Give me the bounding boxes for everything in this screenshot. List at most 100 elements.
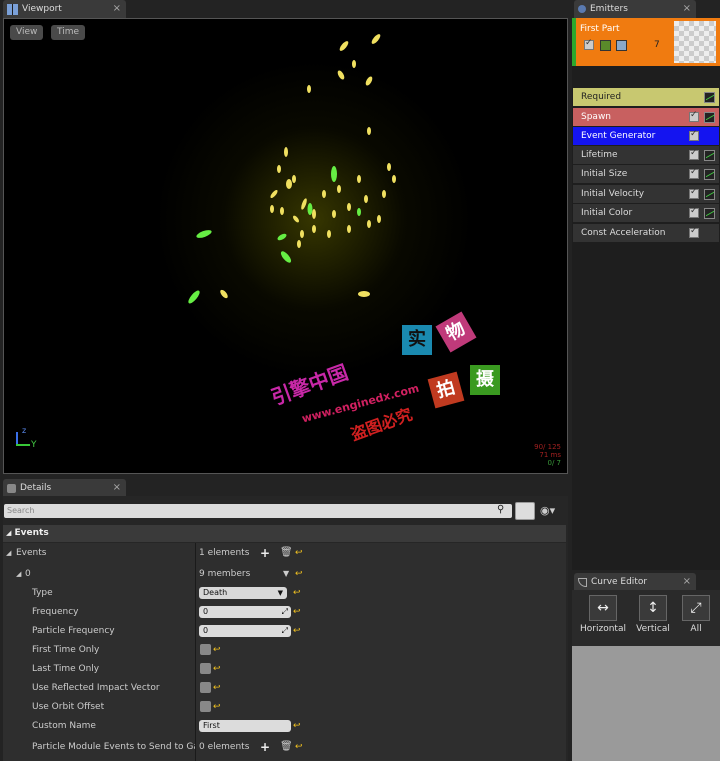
frequency-field[interactable]: 0 ⤢	[199, 605, 291, 618]
curve-graph-icon[interactable]	[704, 207, 715, 219]
curve-graph-icon[interactable]	[704, 149, 715, 161]
module-initial-color[interactable]: Initial Color	[573, 204, 719, 222]
index-members: 9 members	[199, 568, 251, 579]
custom-name-label: Custom Name	[32, 720, 96, 731]
tab-details[interactable]: Details ×	[3, 479, 126, 497]
emitter-solo-icon[interactable]	[616, 40, 627, 51]
module-enable-checkbox[interactable]	[689, 206, 699, 218]
search-icon[interactable]: ⚲	[497, 504, 504, 515]
reset-icon[interactable]: ↩	[293, 626, 301, 636]
reset-icon[interactable]: ↩	[213, 702, 221, 712]
section-header-events[interactable]: ◢ Events	[3, 525, 566, 542]
reset-icon[interactable]: ↩	[213, 664, 221, 674]
module-enable-checkbox[interactable]	[689, 148, 699, 160]
last-time-only-checkbox[interactable]	[200, 663, 211, 674]
particle	[364, 195, 368, 203]
reset-icon[interactable]: ↩	[295, 742, 303, 752]
first-time-only-checkbox[interactable]	[200, 644, 211, 655]
tab-viewport[interactable]: Viewport ×	[3, 0, 126, 18]
viewport-icon	[7, 3, 18, 15]
module-label: Required	[581, 92, 622, 102]
reset-icon[interactable]: ↩	[293, 588, 301, 598]
module-enable-checkbox[interactable]	[689, 167, 699, 179]
add-element-icon[interactable]: +	[260, 546, 270, 560]
reset-icon[interactable]: ↩	[293, 721, 301, 731]
emitter-icon	[578, 5, 586, 13]
watermark-char: 实	[402, 325, 432, 355]
frequency-value: 0	[203, 606, 209, 616]
fit-all-button[interactable]: ⤢ All	[673, 594, 719, 640]
particle	[382, 190, 386, 198]
module-initial-velocity[interactable]: Initial Velocity	[573, 185, 719, 203]
row-first-time-only: First Time Only ↩	[3, 640, 566, 659]
add-element-icon[interactable]: +	[260, 740, 270, 754]
row-events: ◢ Events 1 elements + 🗑 ↩	[3, 543, 566, 562]
reset-icon[interactable]: ↩	[213, 645, 221, 655]
viewport-canvas[interactable]: View Time z Y 90/ 125 71 ms 0/ 7 实 物 拍 摄…	[3, 18, 568, 474]
particle	[301, 198, 307, 210]
module-required[interactable]: Required	[573, 88, 719, 106]
particle-module-label: Particle Module Events to Send to Game	[32, 741, 195, 752]
delete-icon[interactable]: 🗑	[280, 547, 293, 558]
particle	[312, 225, 316, 233]
module-const-acceleration[interactable]: Const Acceleration	[573, 224, 719, 242]
particle	[387, 163, 391, 171]
emitter-render-mode-icon[interactable]	[600, 40, 611, 51]
curve-graph-icon[interactable]	[704, 168, 715, 180]
custom-name-input[interactable]: First	[199, 719, 291, 732]
close-icon[interactable]: ×	[683, 576, 691, 587]
reset-icon[interactable]: ↩	[213, 683, 221, 693]
close-icon[interactable]: ×	[113, 3, 121, 14]
curve-graph-icon[interactable]	[704, 188, 715, 200]
close-icon[interactable]: ×	[683, 3, 691, 14]
module-initial-size[interactable]: Initial Size	[573, 165, 719, 183]
reset-icon[interactable]: ↩	[295, 548, 303, 558]
particle	[357, 175, 361, 183]
type-dropdown[interactable]: Death ▼	[199, 586, 287, 599]
use-reflected-checkbox[interactable]	[200, 682, 211, 693]
close-icon[interactable]: ×	[113, 482, 121, 493]
curve-editor-panel[interactable]: ↔ Horizontal ↕ Vertical ⤢ All	[572, 590, 720, 761]
emitter-enable-checkbox[interactable]	[584, 38, 594, 50]
chevron-down-icon[interactable]: ▼	[283, 569, 289, 578]
emitters-panel: First Part 7 Required Spawn Event Genera…	[572, 18, 720, 570]
module-enable-checkbox[interactable]	[689, 129, 699, 141]
delete-icon[interactable]: 🗑	[280, 741, 293, 752]
module-spawn[interactable]: Spawn	[573, 108, 719, 126]
reset-icon[interactable]: ↩	[295, 569, 303, 579]
vertical-fit-icon: ↕	[639, 595, 667, 621]
particle	[312, 209, 316, 219]
collapse-arrow-icon[interactable]: ◢	[16, 570, 21, 578]
tab-curve-editor[interactable]: Curve Editor ×	[574, 573, 696, 591]
vertical-fit-button[interactable]: ↕ Vertical	[630, 594, 676, 640]
particle-green	[277, 233, 287, 241]
particle-module-count: 0 elements	[199, 741, 250, 752]
particle-frequency-field[interactable]: 0 ⤢	[199, 624, 291, 637]
collapse-arrow-icon[interactable]: ◢	[6, 549, 11, 557]
search-input[interactable]: Search	[4, 504, 512, 518]
eye-icon[interactable]: ◉▾	[540, 504, 555, 517]
use-orbit-checkbox[interactable]	[200, 701, 211, 712]
tab-details-label: Details	[20, 483, 52, 493]
events-label: Events	[16, 547, 47, 558]
module-enable-checkbox[interactable]	[689, 110, 699, 122]
module-event-generator[interactable]: Event Generator	[573, 127, 719, 145]
reset-icon[interactable]: ↩	[293, 607, 301, 617]
particle	[347, 203, 351, 211]
curve-graph-icon[interactable]	[704, 111, 715, 123]
module-lifetime[interactable]: Lifetime	[573, 146, 719, 164]
horizontal-fit-button[interactable]: ↔ Horizontal	[580, 594, 626, 640]
module-label: Lifetime	[581, 150, 618, 160]
particle	[284, 147, 288, 157]
emitter-header[interactable]: First Part 7	[572, 18, 720, 66]
view-options-icon[interactable]	[515, 502, 535, 520]
module-enable-checkbox[interactable]	[689, 187, 699, 199]
tab-emitters[interactable]: Emitters ×	[574, 0, 696, 18]
fit-all-icon: ⤢	[682, 595, 710, 621]
use-reflected-label: Use Reflected Impact Vector	[32, 682, 160, 693]
curve-graph-icon[interactable]	[704, 91, 715, 103]
particle	[337, 185, 341, 193]
particle-green	[280, 251, 292, 263]
stats-readout: 90/ 125 71 ms 0/ 7	[534, 443, 561, 467]
module-enable-checkbox[interactable]	[689, 226, 699, 238]
